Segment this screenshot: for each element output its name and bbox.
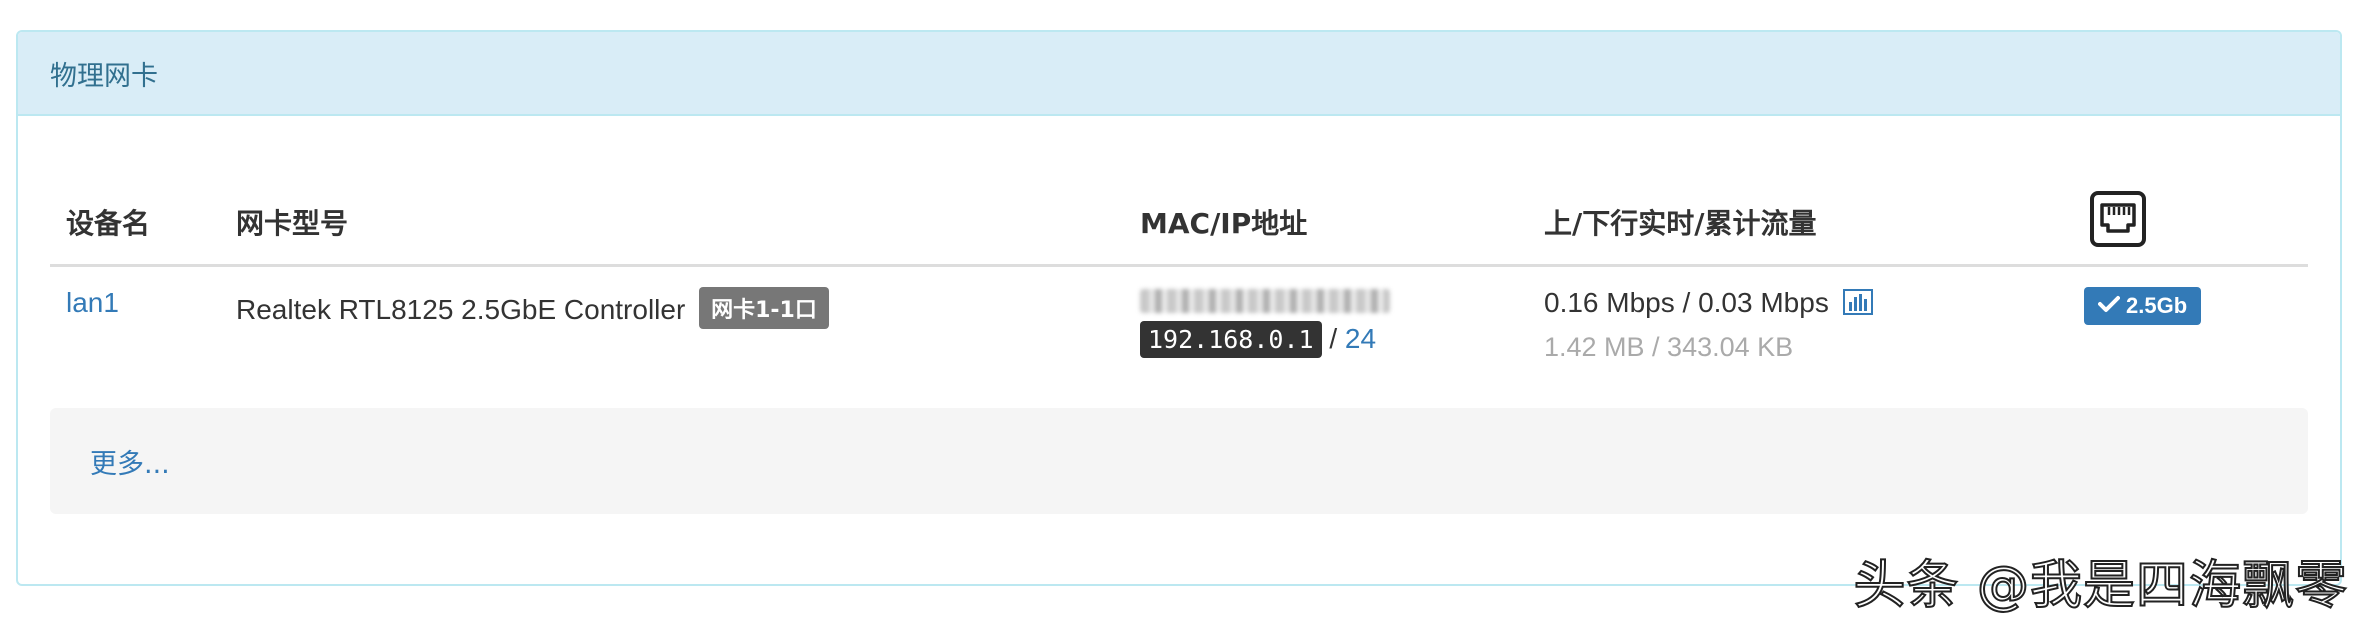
mac-address-redacted [1140,289,1390,313]
physical-nic-panel: 物理网卡 设备名 网卡型号 MAC/IP地址 上/下行实时/累计流量 lan1 … [16,30,2342,586]
watermark-text: 头条 @我是四海飘零 [1852,555,2348,617]
ip-address: 192.168.0.1 [1140,321,1322,358]
bar-chart-icon[interactable] [1842,289,1873,322]
header-device: 设备名 [50,180,220,267]
total-traffic: 1.42 MB / 343.04 KB [1544,332,1794,362]
header-traffic: 上/下行实时/累计流量 [1528,180,2068,267]
more-section: 更多... [50,408,2308,514]
header-model: 网卡型号 [220,180,1124,267]
realtime-traffic: 0.16 Mbps / 0.03 Mbps [1544,287,1829,318]
more-link[interactable]: 更多... [90,442,170,481]
ethernet-port-icon [2090,190,2146,254]
check-icon [2098,293,2120,319]
table-row: lan1 Realtek RTL8125 2.5GbE Controller 网… [50,266,2308,386]
nic-model: Realtek RTL8125 2.5GbE Controller [236,294,686,325]
ip-separator: / [1329,323,1338,354]
nic-table: 设备名 网卡型号 MAC/IP地址 上/下行实时/累计流量 lan1 Realt… [50,180,2308,386]
table-header-row: 设备名 网卡型号 MAC/IP地址 上/下行实时/累计流量 [50,180,2308,267]
link-speed-badge: 2.5Gb [2084,287,2202,325]
header-port-status [2068,180,2308,267]
port-label-badge: 网卡1-1口 [699,287,829,329]
header-mac-ip: MAC/IP地址 [1124,180,1528,267]
device-link-lan1[interactable]: lan1 [66,287,119,318]
link-speed-text: 2.5Gb [2126,293,2188,318]
panel-title: 物理网卡 [18,32,2340,116]
subnet-prefix-link[interactable]: 24 [1345,323,1376,354]
